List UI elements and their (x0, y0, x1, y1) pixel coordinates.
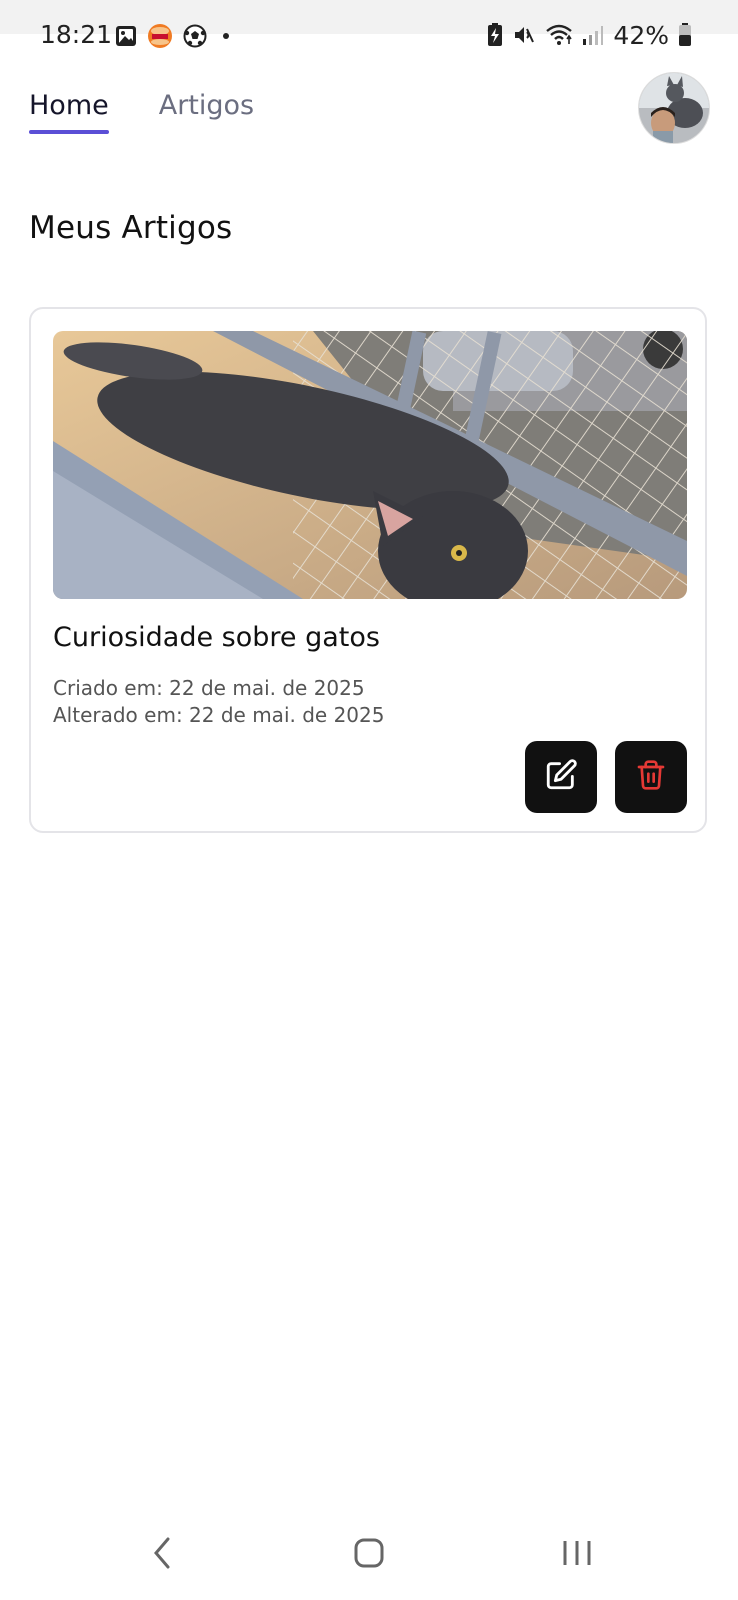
article-created-date: Criado em: 22 de mai. de 2025 (53, 676, 365, 700)
recents-icon (561, 1538, 593, 1572)
battery-icon (678, 23, 692, 47)
system-navigation-bar (0, 1520, 738, 1590)
status-time: 18:21 (40, 20, 113, 49)
top-navigation: Home Artigos (29, 86, 254, 134)
article-dates: Criado em: 22 de mai. de 2025 Alterado e… (53, 675, 384, 729)
dot-icon (217, 27, 235, 45)
home-icon (353, 1537, 385, 1573)
home-button[interactable] (339, 1535, 399, 1575)
gallery-icon (115, 25, 137, 47)
app-screen: 18:21 42% Home Artigos Meus Artigos Curi… (0, 0, 738, 1600)
delete-article-button[interactable] (615, 741, 687, 813)
tab-artigos[interactable]: Artigos (159, 86, 254, 134)
battery-percentage: 42% (613, 20, 669, 50)
back-button[interactable] (132, 1535, 192, 1575)
wifi-icon (545, 23, 573, 47)
article-card[interactable]: Curiosidade sobre gatos Criado em: 22 de… (29, 307, 707, 833)
back-icon (151, 1536, 173, 1574)
status-bar: 18:21 42% (0, 0, 738, 70)
page-title: Meus Artigos (29, 210, 233, 246)
notification-icons (115, 20, 235, 52)
edit-article-button[interactable] (525, 741, 597, 813)
recents-button[interactable] (547, 1535, 607, 1575)
tab-home[interactable]: Home (29, 86, 109, 134)
edit-icon (544, 758, 578, 796)
signal-icon (582, 24, 604, 46)
system-status-icons: 42% (487, 18, 692, 52)
article-title[interactable]: Curiosidade sobre gatos (53, 622, 380, 653)
article-updated-date: Alterado em: 22 de mai. de 2025 (53, 703, 385, 727)
soccer-ball-icon (183, 24, 207, 48)
mute-icon (512, 23, 536, 47)
avatar[interactable] (638, 72, 710, 144)
battery-saver-icon (487, 23, 503, 47)
trash-icon (635, 758, 667, 796)
article-image (53, 331, 687, 599)
burger-king-icon (147, 23, 173, 49)
